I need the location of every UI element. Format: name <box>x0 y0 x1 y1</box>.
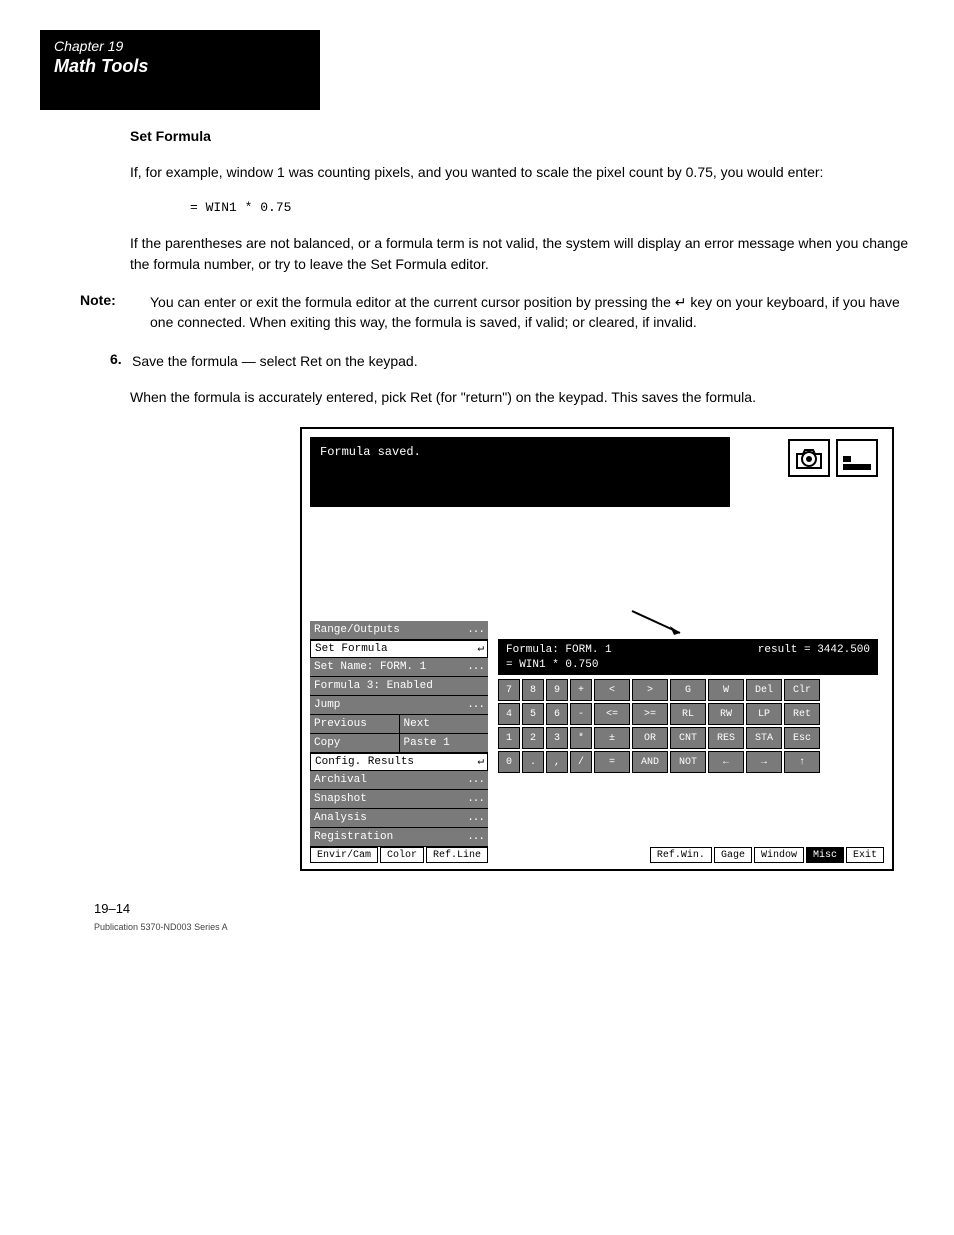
key-±[interactable]: ± <box>594 727 630 749</box>
key-clr[interactable]: Clr <box>784 679 820 701</box>
key-lp[interactable]: LP <box>746 703 782 725</box>
key-res[interactable]: RES <box>708 727 744 749</box>
camera-icon[interactable] <box>788 439 830 477</box>
key-not[interactable]: NOT <box>670 751 706 773</box>
key-del[interactable]: Del <box>746 679 782 701</box>
tab-exit[interactable]: Exit <box>846 847 884 863</box>
menu-item[interactable]: Jump... <box>310 696 488 715</box>
note-label: Note: <box>80 292 130 333</box>
note-block: Note: You can enter or exit the formula … <box>80 292 914 333</box>
formula-title: Formula: FORM. 1 <box>506 643 612 657</box>
chapter-title: Math Tools <box>54 56 306 77</box>
key-0[interactable]: 0 <box>498 751 520 773</box>
tab-refline[interactable]: Ref.Line <box>426 847 488 863</box>
chapter-number: Chapter 19 <box>54 38 306 54</box>
chapter-header: Chapter 19 Math Tools <box>40 30 320 110</box>
key->[interactable]: > <box>632 679 668 701</box>
tab-misc[interactable]: Misc <box>806 847 844 863</box>
menu-item[interactable]: Set Name: FORM. 1... <box>310 658 488 677</box>
menu-item[interactable]: Archival... <box>310 771 488 790</box>
key-9[interactable]: 9 <box>546 679 568 701</box>
key-3[interactable]: 3 <box>546 727 568 749</box>
key-*[interactable]: * <box>570 727 592 749</box>
key-w[interactable]: W <box>708 679 744 701</box>
key-5[interactable]: 5 <box>522 703 544 725</box>
key-.[interactable]: . <box>522 751 544 773</box>
formula-result: result = 3442.500 <box>758 643 870 657</box>
key-←[interactable]: ← <box>708 751 744 773</box>
key-<=[interactable]: <= <box>594 703 630 725</box>
key-esc[interactable]: Esc <box>784 727 820 749</box>
key-rw[interactable]: RW <box>708 703 744 725</box>
screenshot: Formula saved. Range/Outputs...Set Formu… <box>300 427 894 871</box>
pointer-arrow <box>630 609 690 639</box>
menu-item[interactable]: Formula 3: Enabled <box>310 677 488 696</box>
key-6[interactable]: 6 <box>546 703 568 725</box>
tab-envircam[interactable]: Envir/Cam <box>310 847 378 863</box>
tab-refwin[interactable]: Ref.Win. <box>650 847 712 863</box>
paragraph-1: If, for example, window 1 was counting p… <box>130 162 914 182</box>
key-cnt[interactable]: CNT <box>670 727 706 749</box>
key-4[interactable]: 4 <box>498 703 520 725</box>
key-rl[interactable]: RL <box>670 703 706 725</box>
key-and[interactable]: AND <box>632 751 668 773</box>
key-+[interactable]: + <box>570 679 592 701</box>
formula-panel: Formula: FORM. 1 result = 3442.500 = WIN… <box>498 639 878 773</box>
menu-item[interactable]: Registration... <box>310 828 488 847</box>
formula-body: = WIN1 * 0.750 <box>506 658 870 672</box>
side-menu: Range/Outputs...Set Formula↵Set Name: FO… <box>310 621 488 847</box>
tab-color[interactable]: Color <box>380 847 424 863</box>
step-number: 6. <box>110 351 132 371</box>
step-text: Save the formula — select Ret on the key… <box>132 351 914 371</box>
key-2[interactable]: 2 <box>522 727 544 749</box>
menu-item[interactable]: Config. Results↵ <box>310 753 488 771</box>
keypad: 789+<>GWDelClr 456-<=>=RLRWLPRet 123*±ORCN… <box>498 679 878 773</box>
step-6: 6. Save the formula — select Ret on the … <box>110 351 914 371</box>
key-g[interactable]: G <box>670 679 706 701</box>
key-↑[interactable]: ↑ <box>784 751 820 773</box>
message-text: Formula saved. <box>320 445 421 459</box>
message-bar: Formula saved. <box>310 437 730 507</box>
key-/[interactable]: / <box>570 751 592 773</box>
key--[interactable]: - <box>570 703 592 725</box>
note-text: You can enter or exit the formula editor… <box>150 292 914 333</box>
key-8[interactable]: 8 <box>522 679 544 701</box>
set-formula-label: Set Formula <box>130 128 211 144</box>
menu-item[interactable]: Analysis... <box>310 809 488 828</box>
footer-meta: Publication 5370-ND003 Series A <box>94 922 914 932</box>
key-ret[interactable]: Ret <box>784 703 820 725</box>
tab-gage[interactable]: Gage <box>714 847 752 863</box>
key->=[interactable]: >= <box>632 703 668 725</box>
menu-item[interactable]: Range/Outputs... <box>310 621 488 640</box>
key-→[interactable]: → <box>746 751 782 773</box>
formula-example: = WIN1 * 0.75 <box>190 199 914 218</box>
bottom-tabs: Envir/CamColorRef.Line Ref.Win.GageWindow… <box>310 847 884 863</box>
menu-item-split[interactable]: PreviousNext <box>310 715 488 734</box>
key-<[interactable]: < <box>594 679 630 701</box>
page-number: 19–14 <box>94 901 914 916</box>
key-7[interactable]: 7 <box>498 679 520 701</box>
key-=[interactable]: = <box>594 751 630 773</box>
menu-item-split[interactable]: CopyPaste 1 <box>310 734 488 753</box>
key-or[interactable]: OR <box>632 727 668 749</box>
paragraph-2: If the parentheses are not balanced, or … <box>130 233 914 274</box>
paragraph-3: When the formula is accurately entered, … <box>130 387 914 407</box>
key-sta[interactable]: STA <box>746 727 782 749</box>
key-1[interactable]: 1 <box>498 727 520 749</box>
menu-item[interactable]: Set Formula↵ <box>310 640 488 658</box>
key-,[interactable]: , <box>546 751 568 773</box>
menu-item[interactable]: Snapshot... <box>310 790 488 809</box>
bars-icon[interactable] <box>836 439 878 477</box>
tab-window[interactable]: Window <box>754 847 804 863</box>
